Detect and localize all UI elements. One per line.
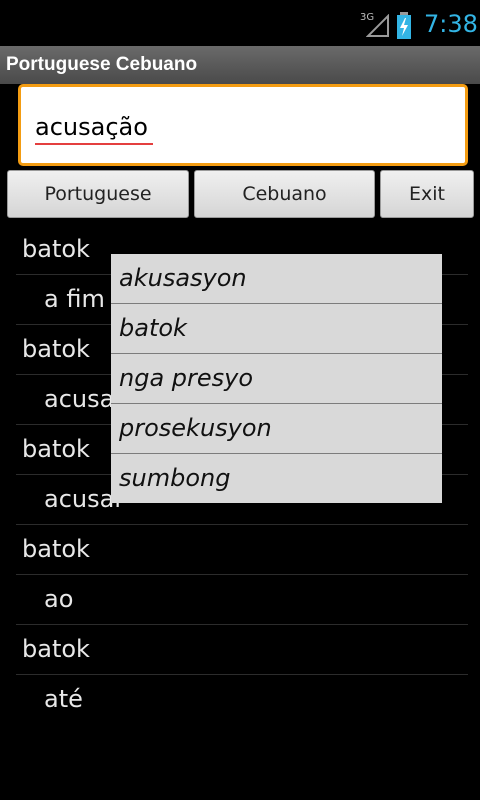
suggestion-label: nga presyo: [119, 364, 254, 392]
suggestion-label: akusasyon: [119, 264, 247, 292]
clock: 7:38: [424, 10, 478, 38]
list-item-label: ao: [44, 585, 74, 613]
battery-charging-icon: [397, 12, 411, 39]
suggestion-item[interactable]: nga presyo: [111, 354, 442, 404]
suggestion-item[interactable]: batok: [111, 304, 442, 354]
spellcheck-underline: [35, 143, 153, 145]
search-field-container[interactable]: [18, 84, 468, 166]
list-item[interactable]: ao: [16, 575, 468, 625]
list-item-label: a fim: [44, 285, 105, 313]
signal-icon: [366, 14, 389, 37]
suggestion-label: prosekusyon: [119, 414, 272, 442]
suggestion-label: sumbong: [119, 464, 231, 492]
title-bar: Portuguese Cebuano: [0, 46, 480, 84]
suggestion-popup: akusasyon batok nga presyo prosekusyon s…: [111, 254, 442, 503]
list-item-label: batok: [22, 535, 90, 563]
list-item-label: batok: [22, 635, 90, 663]
list-item-label: batok: [22, 335, 90, 363]
list-item[interactable]: até: [16, 675, 468, 724]
portuguese-button[interactable]: Portuguese: [7, 170, 189, 218]
exit-button[interactable]: Exit: [380, 170, 474, 218]
suggestion-item[interactable]: sumbong: [111, 454, 442, 503]
list-item-label: acusa: [44, 385, 115, 413]
suggestion-label: batok: [119, 314, 187, 342]
app-title: Portuguese Cebuano: [6, 54, 198, 75]
list-item-label: batok: [22, 235, 90, 263]
suggestion-item[interactable]: prosekusyon: [111, 404, 442, 454]
list-item[interactable]: batok: [16, 525, 468, 575]
status-bar: 3G 7:38: [0, 0, 480, 50]
search-input[interactable]: [35, 113, 435, 141]
suggestion-item[interactable]: akusasyon: [111, 254, 442, 304]
cebuano-button[interactable]: Cebuano: [194, 170, 375, 218]
list-item-label: até: [44, 685, 83, 713]
list-item[interactable]: batok: [16, 625, 468, 675]
list-item-label: batok: [22, 435, 90, 463]
